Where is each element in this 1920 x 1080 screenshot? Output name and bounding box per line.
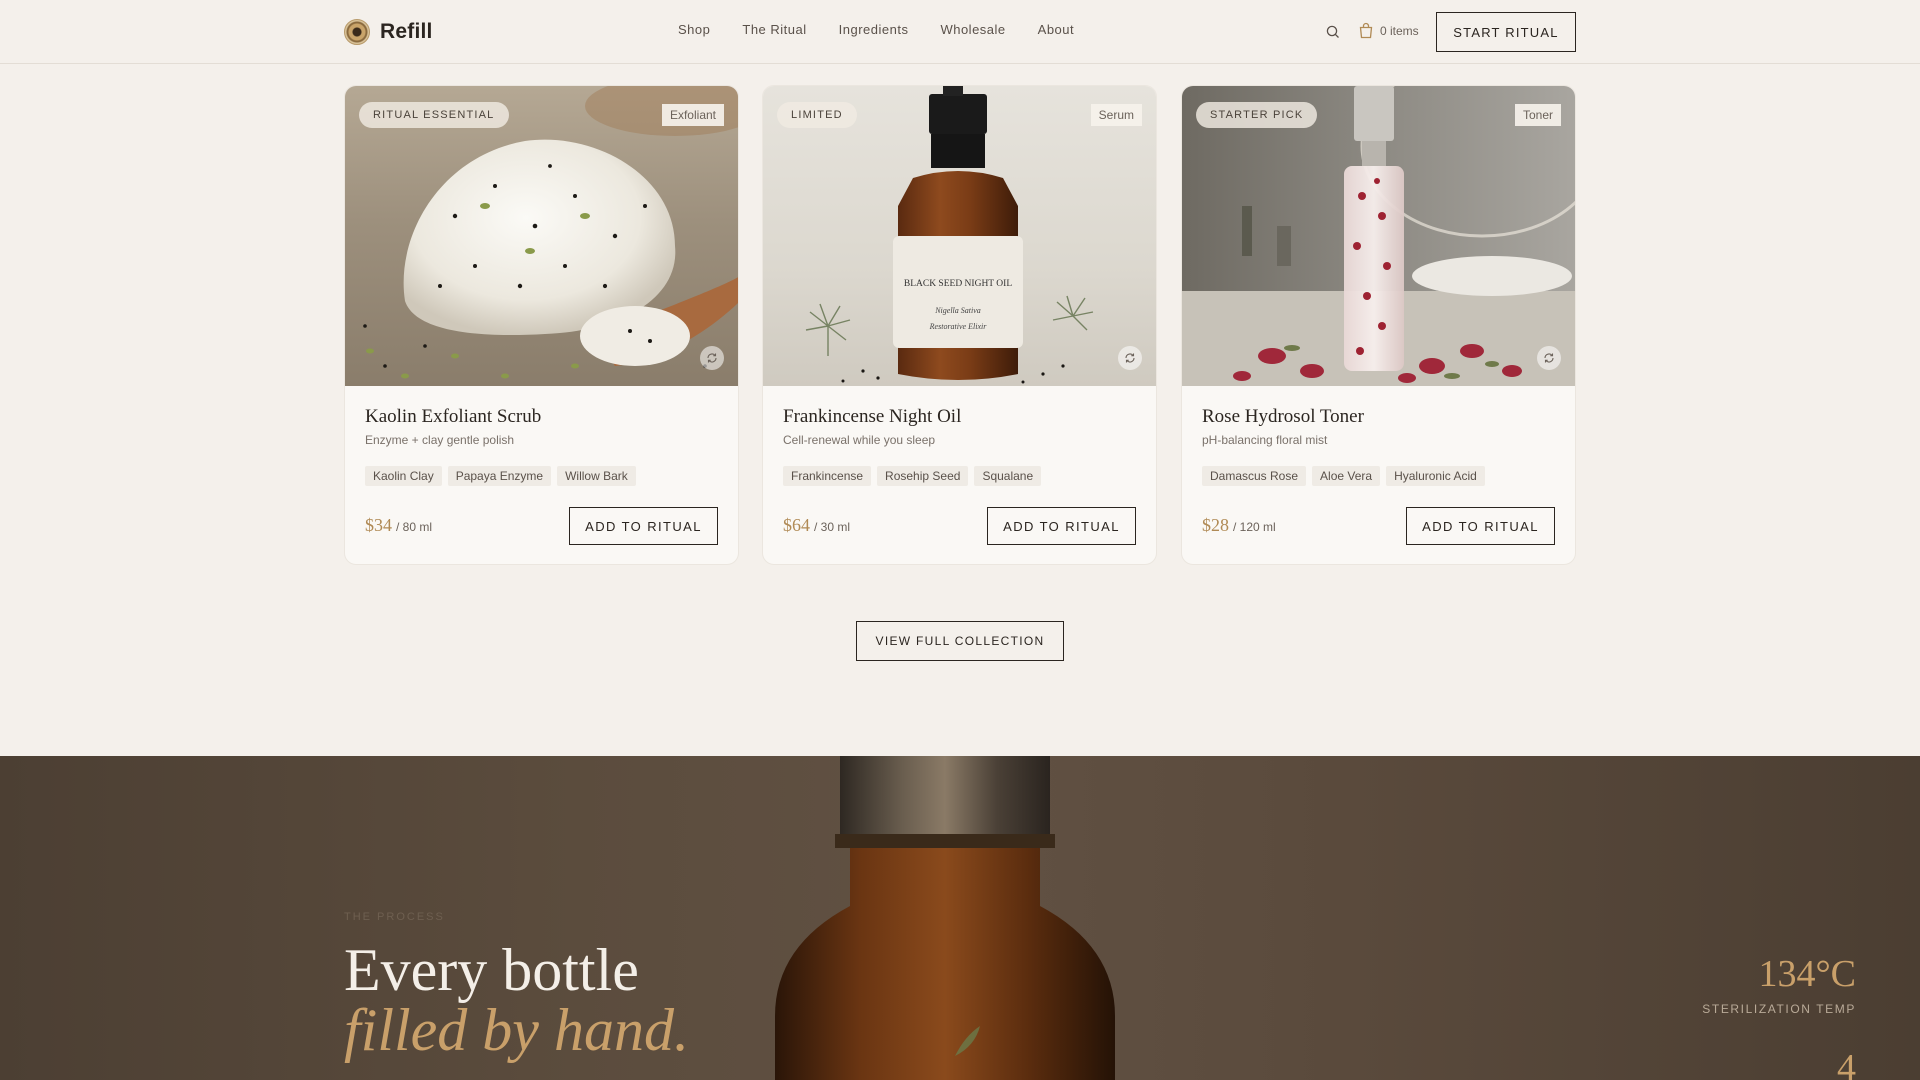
ingredient-tag: Aloe Vera [1312,466,1381,486]
bottle-label-text: Nigella Sativa [934,306,981,315]
stat-value: 134°C [1758,953,1856,995]
section-headline-accent: filled by hand. [344,997,689,1063]
cart-count: 0 items [1380,23,1419,38]
section-headline: Every bottle [344,937,639,1003]
ingredient-tag: Willow Bark [557,466,636,486]
brand-name: Refill [380,20,433,43]
refill-icon[interactable] [1537,346,1561,370]
ingredient-tag: Frankincense [783,466,872,486]
section-eyebrow: THE PROCESS [344,911,445,923]
nav-shop[interactable]: Shop [678,22,710,37]
view-full-collection-button[interactable]: VIEW FULL COLLECTION [856,621,1064,661]
product-badge: STARTER PICK [1196,102,1318,128]
ingredient-tag: Squalane [974,466,1042,486]
product-badge: LIMITED [777,102,857,128]
product-subtitle: Enzyme + clay gentle polish [365,433,515,447]
nav-wholesale[interactable]: Wholesale [940,22,1005,37]
product-title[interactable]: Frankincense Night Oil [783,406,961,428]
product-title[interactable]: Rose Hydrosol Toner [1202,406,1364,428]
bottle-label-text: BLACK SEED NIGHT OIL [904,279,1012,289]
bottle-label-text: Restorative Elixir [929,322,988,331]
add-to-ritual-button[interactable]: ADD TO RITUAL [987,507,1136,545]
product-type-tag: Exfoliant [661,104,724,126]
amber-bottle-image [775,756,1115,1080]
ingredient-tag: Kaolin Clay [365,466,442,486]
stat-label: STERILIZATION TEMP [1702,1002,1856,1016]
ingredient-tag: Papaya Enzyme [447,466,552,486]
product-image: RITUAL ESSENTIAL Exfoliant [345,86,738,386]
product-subtitle: pH-balancing floral mist [1202,433,1328,447]
product-grid: RITUAL ESSENTIAL Exfoliant Kaolin Exfoli… [344,85,1576,565]
price-volume: / 30 ml [814,520,851,534]
site-header: Refill Shop The Ritual Ingredients Whole… [0,0,1920,64]
product-price: $34 / 80 ml [365,515,432,536]
ingredient-tags: Frankincense Rosehip Seed Squalane [783,466,1042,486]
brand-logo[interactable]: Refill [344,18,433,46]
cart-button[interactable]: 0 items [1358,22,1419,39]
ingredient-tags: Damascus Rose Aloe Vera Hyaluronic Acid [1202,466,1485,486]
refill-icon[interactable] [700,346,724,370]
nav-ingredients[interactable]: Ingredients [839,22,909,37]
add-to-ritual-button[interactable]: ADD TO RITUAL [1406,507,1555,545]
ingredient-tags: Kaolin Clay Papaya Enzyme Willow Bark [365,466,636,486]
start-ritual-button[interactable]: START RITUAL [1436,12,1576,52]
stat-sterilization: 134°C STERILIZATION TEMP [1702,952,1856,1016]
refill-icon[interactable] [1118,346,1142,370]
logo-icon [344,19,370,45]
product-subtitle: Cell-renewal while you sleep [783,433,936,447]
ingredient-tag: Rosehip Seed [877,466,969,486]
price-volume: / 80 ml [396,520,433,534]
price-volume: / 120 ml [1233,520,1276,534]
price-value: $34 [365,515,392,535]
product-image: STARTER PICK Toner [1182,86,1575,386]
bag-icon [1359,22,1373,39]
search-icon[interactable] [1325,24,1341,40]
stat-value: 4 [1837,1047,1856,1080]
product-title[interactable]: Kaolin Exfoliant Scrub [365,406,541,428]
product-type-tag: Toner [1514,104,1561,126]
main-nav: Shop The Ritual Ingredients Wholesale Ab… [678,22,1106,37]
product-image: BLACK SEED NIGHT OIL Nigella Sativa Rest… [763,86,1156,386]
nav-the-ritual[interactable]: The Ritual [742,22,806,37]
nav-about[interactable]: About [1038,22,1074,37]
process-section: THE PROCESS Every bottle filled by hand.… [0,756,1920,1080]
product-price: $64 / 30 ml [783,515,850,536]
ingredient-tag: Damascus Rose [1202,466,1307,486]
price-value: $64 [783,515,810,535]
product-badge: RITUAL ESSENTIAL [359,102,509,128]
price-value: $28 [1202,515,1229,535]
product-card[interactable]: BLACK SEED NIGHT OIL Nigella Sativa Rest… [762,85,1157,565]
add-to-ritual-button[interactable]: ADD TO RITUAL [569,507,718,545]
product-card[interactable]: RITUAL ESSENTIAL Exfoliant Kaolin Exfoli… [344,85,739,565]
ingredient-tag: Hyaluronic Acid [1386,466,1485,486]
product-type-tag: Serum [1090,104,1142,126]
product-card[interactable]: STARTER PICK Toner Rose Hydrosol Toner p… [1181,85,1576,565]
product-price: $28 / 120 ml [1202,515,1276,536]
